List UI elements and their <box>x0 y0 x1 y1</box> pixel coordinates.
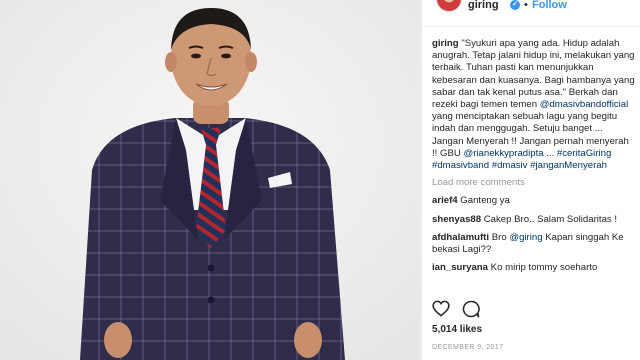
caption-hashtag-2[interactable]: #dmasivband <box>432 160 489 171</box>
avatar[interactable] <box>436 0 462 12</box>
caption-hashtag-1[interactable]: #ceritaGiring <box>557 148 611 159</box>
post-side-panel: giring ✓ • Follow giring "Syukuri apa ya… <box>421 0 640 360</box>
post-photo[interactable] <box>0 0 421 360</box>
caption-username[interactable]: giring <box>432 38 459 49</box>
comment-username[interactable]: afdhalamufti <box>432 232 489 243</box>
likes-count[interactable]: 5,014 likes <box>432 324 482 335</box>
comment-text: Cakep Bro.. Salam Solidaritas ! <box>483 213 618 225</box>
post-caption: giring "Syukuri apa yang ada. Hidup adal… <box>432 38 635 172</box>
comments-list: giring "Syukuri apa yang ada. Hidup adal… <box>432 38 635 274</box>
post-header: giring ✓ • Follow <box>422 0 640 12</box>
photo-man-in-suit <box>0 0 421 360</box>
post-actions <box>432 300 632 320</box>
comment-item: arief4 Ganteng ya <box>432 195 635 207</box>
comment-text-before: Bro <box>491 231 510 243</box>
comment-item: shenyas88 Cakep Bro.. Salam Solidaritas … <box>432 214 635 226</box>
header-username[interactable]: giring <box>468 0 499 11</box>
comment-text: Ko mirip tommy soeharto <box>490 262 598 274</box>
caption-mention-2[interactable]: @rianekkypradipta <box>463 148 543 159</box>
comment-item: ian_suryana Ko mirip tommy soeharto <box>432 262 635 274</box>
caption-hashtag-3[interactable]: #dmasiv <box>492 160 528 171</box>
comment-mention[interactable]: @giring <box>509 232 542 243</box>
caption-mention-1[interactable]: @dmasivbandofficial <box>540 99 629 110</box>
comment-username[interactable]: ian_suryana <box>432 262 488 273</box>
verified-badge-icon: ✓ <box>510 0 520 10</box>
header-separator: • <box>524 0 528 11</box>
follow-button[interactable]: Follow <box>532 0 567 11</box>
comment-item: afdhalamufti Bro @giring Kapan singgah K… <box>432 232 635 256</box>
heart-icon[interactable] <box>432 300 450 317</box>
comment-username[interactable]: arief4 <box>432 195 458 206</box>
caption-text-3: ... <box>543 147 557 159</box>
comment-username[interactable]: shenyas88 <box>432 214 481 225</box>
instagram-post: giring ✓ • Follow giring "Syukuri apa ya… <box>0 0 640 360</box>
comment-text: Ganteng ya <box>460 195 510 207</box>
load-more-comments-button[interactable]: Load more comments <box>432 177 635 189</box>
caption-hashtag-4[interactable]: #janganMenyerah <box>530 160 607 171</box>
post-date: DECEMBER 9, 2017 <box>432 344 504 351</box>
comment-icon[interactable] <box>462 300 480 318</box>
header-divider <box>422 26 640 27</box>
